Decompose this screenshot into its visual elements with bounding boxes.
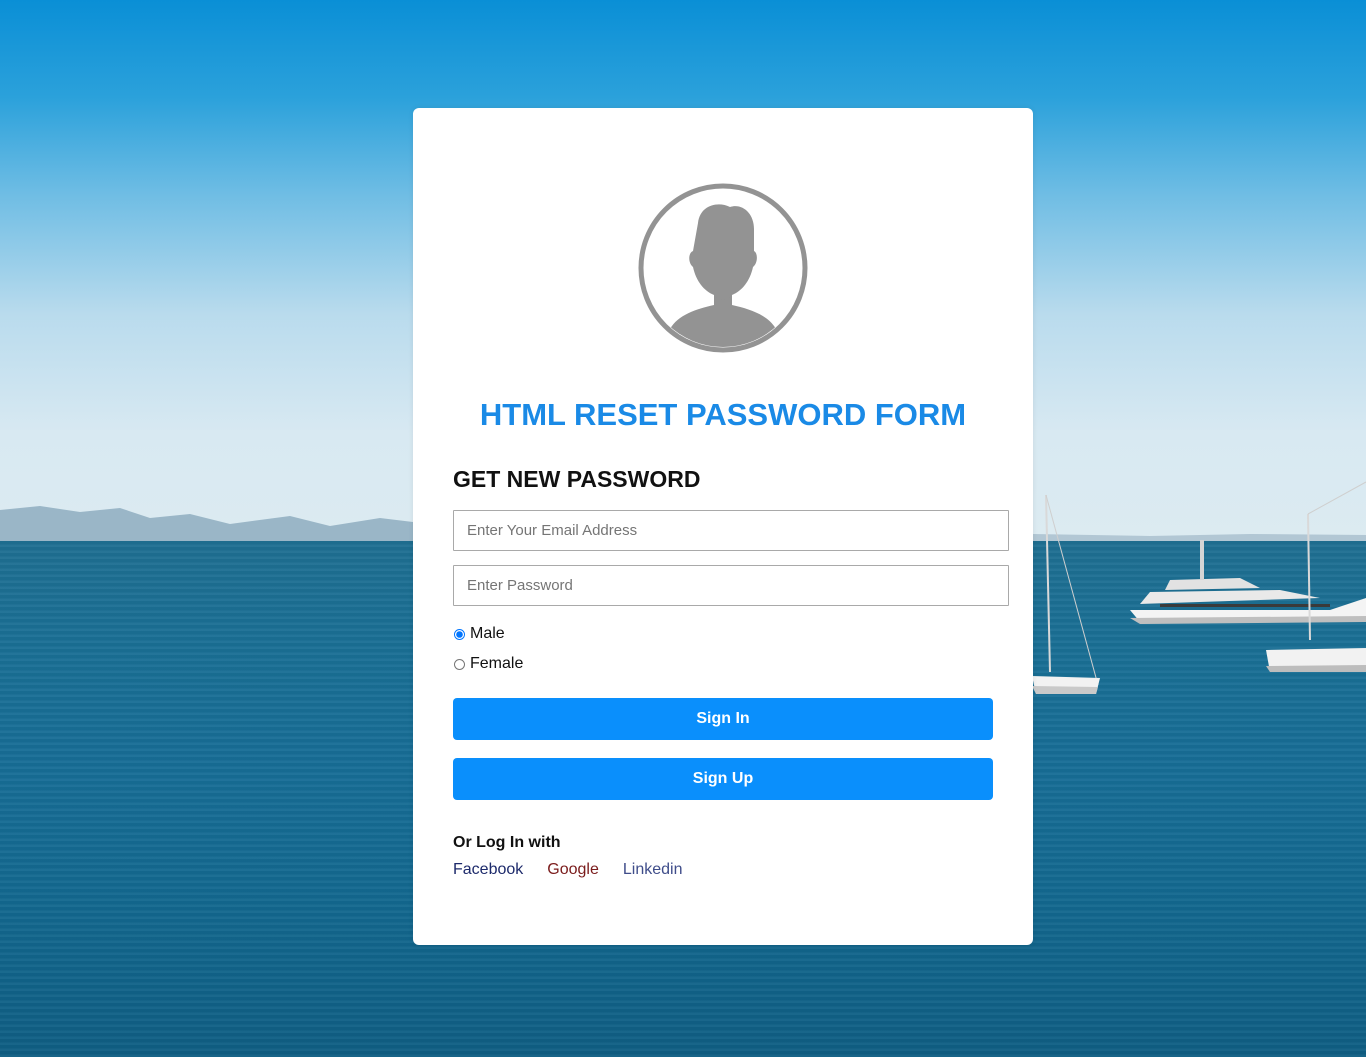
social-login-links: Facebook Google Linkedin: [453, 861, 706, 879]
sign-in-button[interactable]: Sign In: [453, 698, 993, 740]
form-subtitle: GET NEW PASSWORD: [453, 466, 701, 492]
gender-option-female[interactable]: Female: [453, 655, 523, 673]
sign-up-button[interactable]: Sign Up: [453, 758, 993, 800]
form-title: HTML RESET PASSWORD FORM: [479, 397, 967, 432]
reset-password-card: HTML RESET PASSWORD FORM GET NEW PASSWOR…: [413, 108, 1033, 945]
male-radio[interactable]: [454, 628, 465, 640]
email-field[interactable]: [453, 510, 1009, 551]
or-login-label: Or Log In with: [453, 834, 561, 851]
password-field[interactable]: [453, 565, 1009, 606]
female-radio-label: Female: [470, 655, 524, 672]
linkedin-link[interactable]: Linkedin: [623, 861, 683, 879]
facebook-link[interactable]: Facebook: [453, 861, 523, 879]
google-link[interactable]: Google: [547, 861, 599, 879]
boats-illustration: [1032, 481, 1366, 694]
male-radio-label: Male: [470, 625, 505, 642]
female-radio[interactable]: [454, 658, 465, 670]
gender-option-male[interactable]: Male: [453, 625, 505, 643]
user-avatar-icon: [638, 183, 808, 353]
